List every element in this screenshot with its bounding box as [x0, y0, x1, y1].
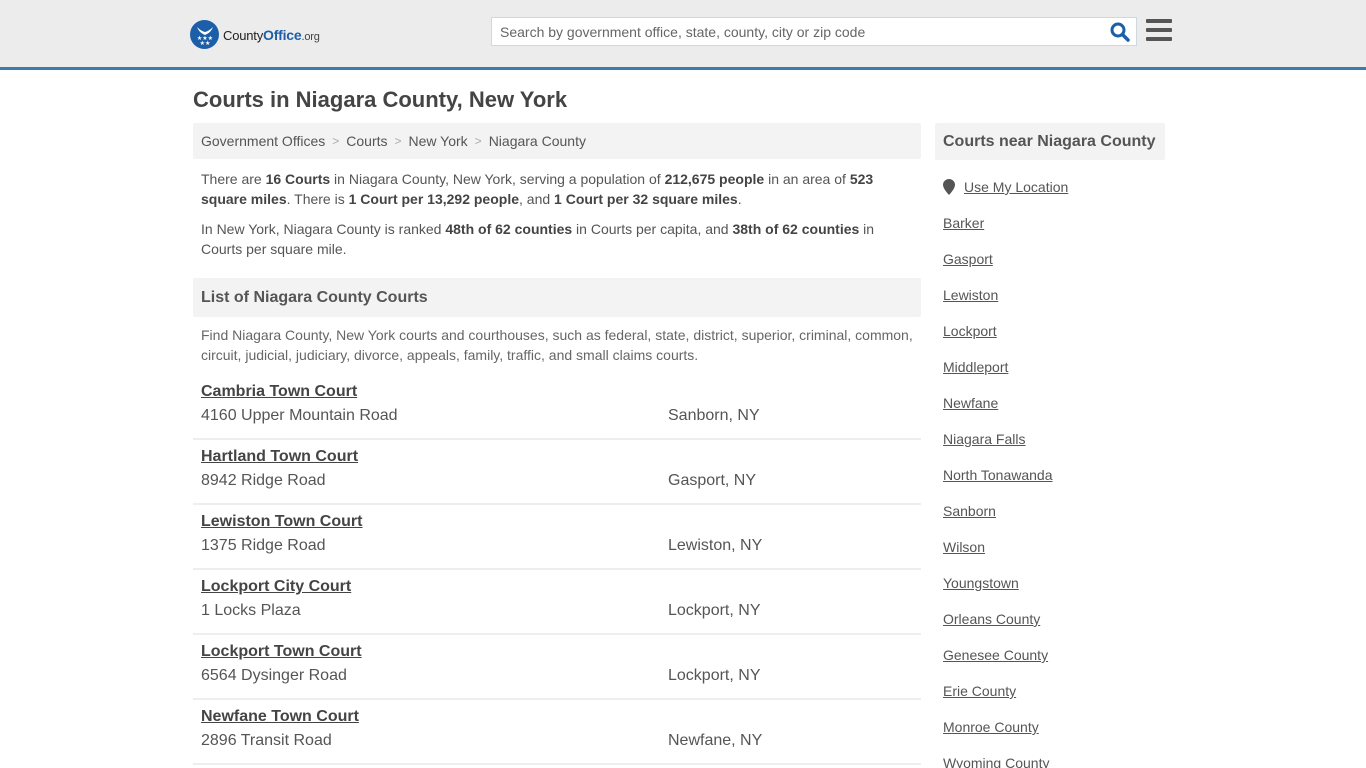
sidebar-heading: Courts near Niagara County [935, 123, 1165, 160]
svg-text:★★: ★★ [199, 40, 210, 45]
court-address: 8942 Ridge Road [201, 472, 326, 489]
nearby-location-link[interactable]: Lewiston [943, 286, 1157, 304]
breadcrumb: Government Offices > Courts > New York >… [193, 123, 921, 159]
text-fragment: . [737, 191, 742, 207]
highlight-stat: 16 Courts [265, 171, 331, 187]
court-list-item: Lockport City Court 1 Locks Plaza Lockport… [193, 570, 921, 635]
breadcrumb-separator: > [394, 134, 402, 148]
nearby-links: Barker Gasport Lewiston Lockport Middleport N… [943, 214, 1157, 768]
court-name-link[interactable]: Lockport Town Court [201, 642, 362, 662]
main-content: Government Offices > Courts > New York >… [193, 123, 921, 765]
nearby-location-link[interactable]: Barker [943, 214, 1157, 232]
nearby-location-link[interactable]: Newfane [943, 394, 1157, 412]
court-address: 4160 Upper Mountain Road [201, 407, 398, 424]
text-fragment: in Courts per capita, and [572, 221, 733, 237]
breadcrumb-new-york[interactable]: New York [409, 133, 468, 149]
nearby-location-link[interactable]: Lockport [943, 322, 1157, 340]
court-name-link[interactable]: Cambria Town Court [201, 382, 357, 402]
court-list-heading: List of Niagara County Courts [193, 278, 921, 317]
search-button[interactable] [1104, 18, 1136, 45]
court-list-item: Lockport Town Court 6564 Dysinger Road Loc… [193, 635, 921, 700]
search-box [491, 17, 1137, 46]
menu-bar [1146, 28, 1172, 32]
court-list-item: Hartland Town Court 8942 Ridge Road Gaspor… [193, 440, 921, 505]
breadcrumb-niagara-county[interactable]: Niagara County [489, 133, 586, 149]
nearby-location-link[interactable]: Orleans County [943, 610, 1157, 628]
text-fragment: in an area of [764, 171, 850, 187]
sidebar-links: Use My Location Barker Gasport Lewiston Loc… [935, 178, 1165, 768]
search-input[interactable] [492, 18, 1104, 45]
search-icon [1110, 22, 1130, 42]
court-city: Gasport, NY [668, 472, 757, 489]
court-city: Lockport, NY [668, 602, 761, 619]
court-name-link[interactable]: Newfane Town Court [201, 707, 359, 727]
eagle-stars-logo-icon: ★★★ ★★ [190, 20, 219, 49]
court-name-link[interactable]: Hartland Town Court [201, 447, 358, 467]
nearby-location-link[interactable]: Wyoming County [943, 754, 1157, 768]
breadcrumb-government-offices[interactable]: Government Offices [201, 133, 325, 149]
breadcrumb-courts[interactable]: Courts [346, 133, 387, 149]
court-list-description: Find Niagara County, New York courts and… [201, 327, 913, 363]
court-list-item: Newfane Town Court 2896 Transit Road Newfa… [193, 700, 921, 765]
nearby-location-link[interactable]: Wilson [943, 538, 1157, 556]
nearby-location-link[interactable]: Middleport [943, 358, 1157, 376]
intro-text: There are 16 Courts in Niagara County, N… [193, 169, 921, 259]
nearby-location-link[interactable]: Gasport [943, 250, 1157, 268]
breadcrumb-separator: > [474, 134, 482, 148]
text-fragment: In New York, Niagara County is ranked [201, 221, 446, 237]
highlight-stat: 48th of 62 counties [445, 221, 573, 237]
menu-bar [1146, 37, 1172, 41]
court-city: Lockport, NY [668, 667, 761, 684]
sidebar: Courts near Niagara County Use My Locati… [935, 123, 1165, 768]
text-fragment: , and [519, 191, 555, 207]
site-header: ★★★ ★★ CountyOffice.org [0, 0, 1366, 70]
menu-bar [1146, 19, 1172, 23]
nearby-location-link[interactable]: Erie County [943, 682, 1157, 700]
highlight-stat: 1 Court per 32 square miles [554, 191, 738, 207]
court-address: 6564 Dysinger Road [201, 667, 347, 684]
nearby-location-link[interactable]: Niagara Falls [943, 430, 1157, 448]
nearby-location-link[interactable]: North Tonawanda [943, 466, 1157, 484]
use-my-location: Use My Location [943, 178, 1157, 196]
highlight-stat: 38th of 62 counties [732, 221, 860, 237]
logo-text: CountyOffice.org [223, 26, 320, 43]
text-fragment: in Niagara County, New York, serving a p… [330, 171, 665, 187]
text-fragment: There are [201, 171, 266, 187]
court-city: Sanborn, NY [668, 407, 760, 424]
court-list: Cambria Town Court 4160 Upper Mountain Ro… [193, 375, 921, 765]
court-list-item: Lewiston Town Court 1375 Ridge Road Lewist… [193, 505, 921, 570]
map-marker-icon [943, 179, 955, 195]
breadcrumb-separator: > [332, 134, 340, 148]
court-list-item: Cambria Town Court 4160 Upper Mountain Ro… [193, 375, 921, 440]
intro-stats-paragraph: There are 16 Courts in Niagara County, N… [201, 169, 913, 209]
hamburger-menu-icon[interactable] [1146, 19, 1172, 41]
court-city: Newfane, NY [668, 732, 763, 749]
court-name-link[interactable]: Lewiston Town Court [201, 512, 362, 532]
court-address: 1 Locks Plaza [201, 602, 301, 619]
page-title: Courts in Niagara County, New York [193, 87, 568, 112]
court-name-link[interactable]: Lockport City Court [201, 577, 351, 597]
use-my-location-link[interactable]: Use My Location [964, 179, 1068, 195]
nearby-location-link[interactable]: Genesee County [943, 646, 1157, 664]
court-city: Lewiston, NY [668, 537, 763, 554]
text-fragment: . There is [286, 191, 349, 207]
court-address: 2896 Transit Road [201, 732, 332, 749]
highlight-stat: 212,675 people [664, 171, 765, 187]
nearby-location-link[interactable]: Youngstown [943, 574, 1157, 592]
court-address: 1375 Ridge Road [201, 537, 326, 554]
site-logo[interactable]: ★★★ ★★ CountyOffice.org [190, 20, 320, 49]
nearby-location-link[interactable]: Monroe County [943, 718, 1157, 736]
intro-ranking-paragraph: In New York, Niagara County is ranked 48… [201, 219, 913, 259]
highlight-stat: 1 Court per 13,292 people [348, 191, 520, 207]
nearby-location-link[interactable]: Sanborn [943, 502, 1157, 520]
